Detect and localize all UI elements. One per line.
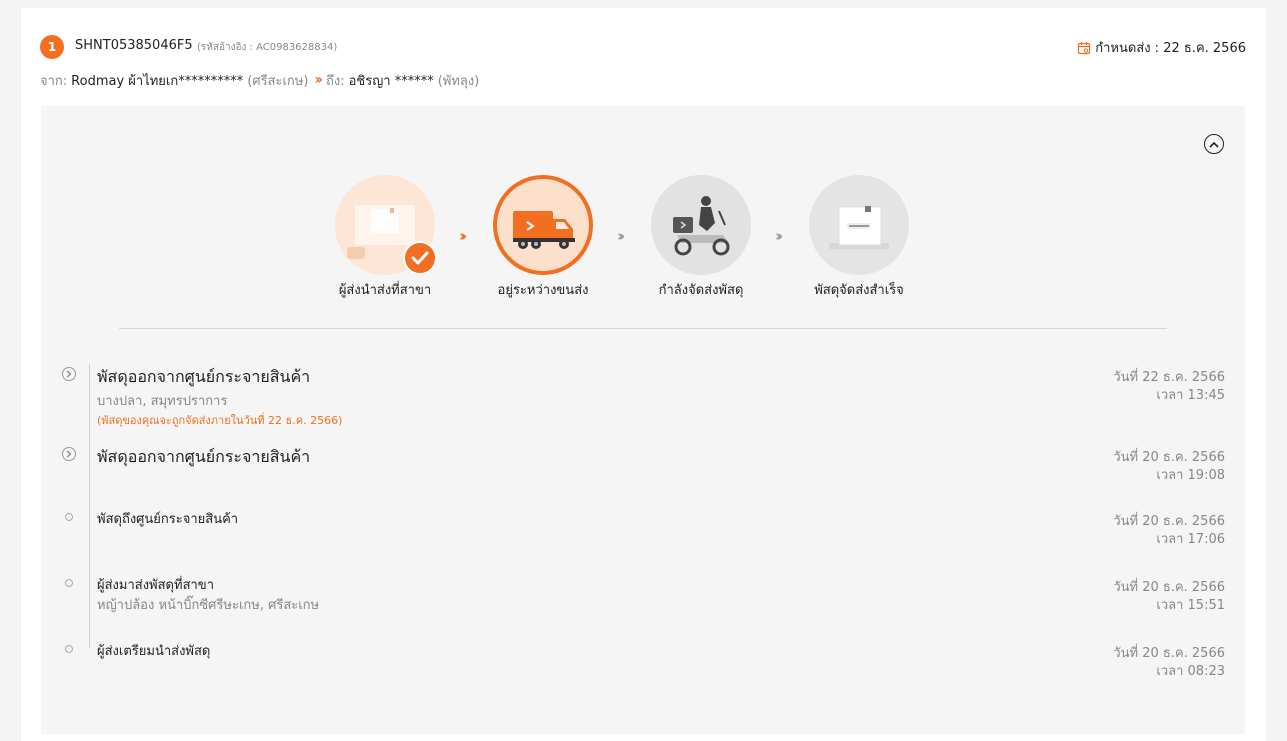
event-datetime: วันที่ 20 ธ.ค. 2566 เวลา 19:08 xyxy=(1113,449,1225,485)
event-date: วันที่ 20 ธ.ค. 2566 xyxy=(1113,580,1225,595)
event-title: พัสดุถึงศูนย์กระจายสินค้า xyxy=(97,512,239,527)
timeline-dot xyxy=(65,645,73,653)
event-time: เวลา 08:23 xyxy=(1156,664,1225,679)
step-label: กำลังจัดส่งพัสดุ xyxy=(658,283,744,298)
progress-steps: ผู้ส่งนำส่งที่สาขา ›› อยู่ระหว่างขนส่ง ›… xyxy=(335,175,955,305)
tracking-number: SHNT05385046F5 xyxy=(75,38,193,53)
chevron-right-icon[interactable] xyxy=(62,447,76,461)
chevron-up-icon xyxy=(1209,141,1219,148)
sender-name: Rodmay ผ้าไทยเก********** xyxy=(71,73,244,89)
step-arrow-icon: ›› xyxy=(617,227,626,245)
shipment-card: 1 SHNT05385046F5 (รหัสอ้างอิง : AC098362… xyxy=(21,8,1266,741)
event-datetime: วันที่ 20 ธ.ค. 2566 เวลา 15:51 xyxy=(1113,579,1225,615)
shipment-header: 1 SHNT05385046F5 (รหัสอ้างอิง : AC098362… xyxy=(40,35,1246,59)
timeline-event: พัสดุออกจากศูนย์กระจายสินค้า บางปลา, สมุ… xyxy=(61,365,1225,427)
event-location: หญ้าปล้อง หน้าบิ๊กซีศรีษะเกษ, ศรีสะเกษ xyxy=(97,598,320,613)
step-delivered: พัสดุจัดส่งสำเร็จ xyxy=(799,175,919,300)
timeline-dot xyxy=(65,579,73,587)
event-time: เวลา 13:45 xyxy=(1156,388,1225,403)
shipment-number-badge: 1 xyxy=(40,35,64,59)
event-datetime: วันที่ 20 ธ.ค. 2566 เวลา 17:06 xyxy=(1113,513,1225,549)
step-out-for-delivery: กำลังจัดส่งพัสดุ xyxy=(641,175,761,300)
calendar-icon xyxy=(1078,41,1091,54)
due-date: กำหนดส่ง : 22 ธ.ค. 2566 xyxy=(1077,37,1246,58)
box-icon xyxy=(335,175,437,275)
event-title: ผู้ส่งเตรียมนำส่งพัสดุ xyxy=(97,644,211,659)
step-label: ผู้ส่งนำส่งที่สาขา xyxy=(338,283,432,298)
event-title: พัสดุออกจากศูนย์กระจายสินค้า xyxy=(97,367,311,386)
scooter-icon xyxy=(651,175,751,275)
chevron-right-icon[interactable] xyxy=(62,367,76,381)
step-arrow-icon: ›› xyxy=(775,227,784,245)
sender-province: (ศรีสะเกษ) xyxy=(247,73,309,89)
event-datetime: วันที่ 20 ธ.ค. 2566 เวลา 08:23 xyxy=(1113,645,1225,681)
reference-code: (รหัสอ้างอิง : AC0983628834) xyxy=(197,42,338,53)
recipient-name: อชิรญา ****** xyxy=(348,73,434,89)
event-time: เวลา 17:06 xyxy=(1156,532,1225,547)
route-arrow-icon: ›› xyxy=(314,72,322,88)
event-date: วันที่ 20 ธ.ค. 2566 xyxy=(1113,514,1225,529)
step-label: อยู่ระหว่างขนส่ง xyxy=(497,283,589,298)
event-note: (พัสดุของคุณจะถูกจัดส่งภายในวันที่ 22 ธ.… xyxy=(97,414,343,427)
timeline-dot xyxy=(65,513,73,521)
route-line: จาก: Rodmay ผ้าไทยเก********** (ศรีสะเกษ… xyxy=(40,70,479,90)
divider xyxy=(119,328,1167,329)
step-in-transit: อยู่ระหว่างขนส่ง xyxy=(483,175,603,300)
event-date: วันที่ 22 ธ.ค. 2566 xyxy=(1113,370,1225,385)
event-title: ผู้ส่งมาส่งพัสดุที่สาขา xyxy=(97,578,214,593)
event-location: บางปลา, สมุทรปราการ xyxy=(97,394,228,409)
event-datetime: วันที่ 22 ธ.ค. 2566 เวลา 13:45 xyxy=(1113,369,1225,405)
event-time: เวลา 19:08 xyxy=(1156,468,1225,483)
step-dropped-off: ผู้ส่งนำส่งที่สาขา xyxy=(325,175,445,300)
collapse-button[interactable] xyxy=(1204,134,1224,154)
package-icon xyxy=(809,175,909,275)
timeline-event: พัสดุถึงศูนย์กระจายสินค้า วันที่ 20 ธ.ค.… xyxy=(61,507,1225,547)
step-arrow-icon: ›› xyxy=(459,227,468,245)
to-label: ถึง: xyxy=(325,73,345,89)
from-label: จาก: xyxy=(40,73,68,89)
truck-icon xyxy=(493,175,593,275)
event-date: วันที่ 20 ธ.ค. 2566 xyxy=(1113,450,1225,465)
checkmark-icon xyxy=(403,241,437,275)
due-date-text: กำหนดส่ง : 22 ธ.ค. 2566 xyxy=(1095,41,1246,56)
step-label: พัสดุจัดส่งสำเร็จ xyxy=(814,283,904,298)
event-date: วันที่ 20 ธ.ค. 2566 xyxy=(1113,646,1225,661)
event-time: เวลา 15:51 xyxy=(1156,598,1225,613)
tracking-panel: ผู้ส่งนำส่งที่สาขา ›› อยู่ระหว่างขนส่ง ›… xyxy=(41,106,1245,734)
timeline-event: ผู้ส่งมาส่งพัสดุที่สาขา หญ้าปล้อง หน้าบิ… xyxy=(61,573,1225,613)
recipient-province: (พัทลุง) xyxy=(437,73,480,89)
timeline-event: ผู้ส่งเตรียมนำส่งพัสดุ วันที่ 20 ธ.ค. 25… xyxy=(61,639,1225,679)
timeline-event: พัสดุออกจากศูนย์กระจายสินค้า วันที่ 20 ธ… xyxy=(61,445,1225,485)
event-title: พัสดุออกจากศูนย์กระจายสินค้า xyxy=(97,447,311,466)
